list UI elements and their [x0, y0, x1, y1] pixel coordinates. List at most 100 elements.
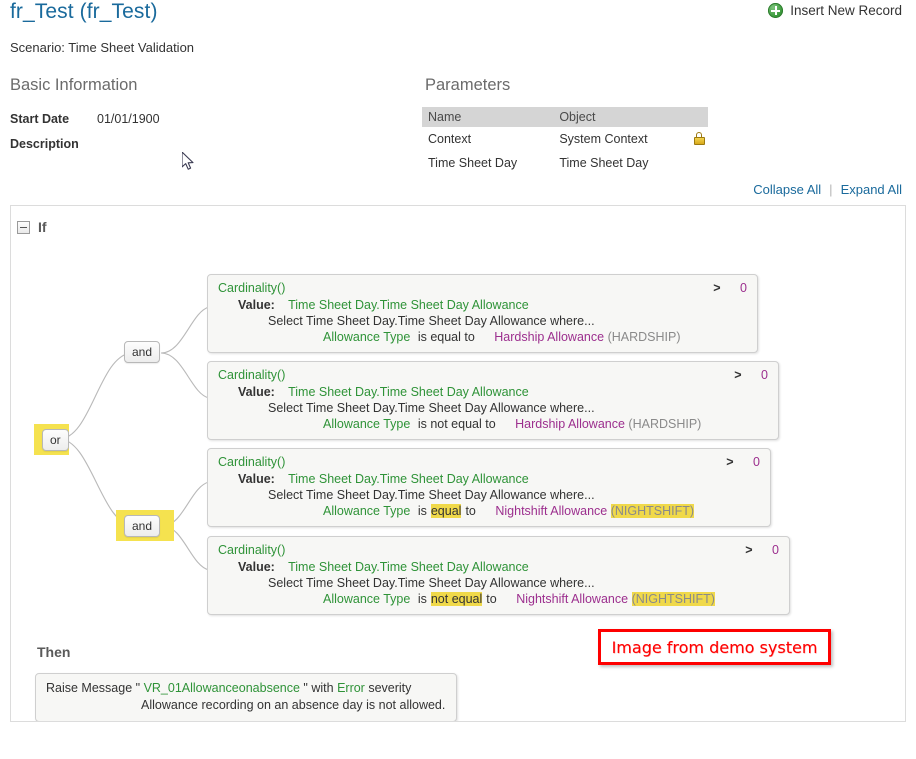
parameter-name: Time Sheet Day — [428, 156, 518, 170]
message-text: Allowance recording on an absence day is… — [141, 698, 446, 712]
operator-node-and-top[interactable]: and — [124, 341, 161, 363]
filter-attribute: Allowance Type — [323, 592, 411, 606]
lock-icon — [693, 132, 705, 145]
filter-rhs-code: (NIGHTSHIFT) — [610, 504, 695, 518]
rule-toolbar: Collapse All | Expand All — [753, 182, 902, 197]
condition-rhs-value: 0 — [761, 368, 768, 382]
demo-annotation-text: Image from demo system — [611, 637, 818, 657]
filter-attribute: Allowance Type — [323, 330, 411, 344]
collapse-all-link[interactable]: Collapse All — [753, 182, 821, 197]
filter-attribute: Allowance Type — [323, 417, 411, 431]
condition-box[interactable]: Cardinality() > 0 Value: Time Sheet Day.… — [207, 448, 771, 527]
condition-select-text: Select Time Sheet Day.Time Sheet Day All… — [268, 314, 595, 328]
collapse-toggle-icon[interactable] — [17, 220, 30, 234]
parameters-table: Name Object Context System Context Time … — [422, 107, 708, 175]
parameter-name: Context — [428, 132, 472, 146]
quote-open: " — [135, 681, 141, 695]
toolbar-divider: | — [829, 182, 833, 197]
rule-editor-page: fr_Test (fr_Test) Insert New Record Scen… — [0, 0, 916, 759]
start-date-label: Start Date — [10, 112, 70, 126]
condition-value-row: Value: Time Sheet Day.Time Sheet Day All… — [218, 298, 747, 312]
scenario-text: Scenario: Time Sheet Validation — [10, 40, 195, 55]
condition-operator: > — [734, 368, 742, 382]
then-label: Then — [37, 644, 71, 660]
filter-comparator-prefix: is — [417, 592, 427, 606]
condition-rhs-value: 0 — [740, 281, 747, 295]
filter-rhs-name: Nightshift Allowance — [495, 504, 608, 518]
condition-operator: > — [745, 543, 753, 557]
filter-rhs-code: (NIGHTSHIFT) — [631, 592, 715, 606]
severity-word: severity — [368, 681, 412, 695]
value-path: Time Sheet Day.Time Sheet Day Allowance — [288, 560, 529, 574]
parameter-lock-cell — [685, 151, 708, 175]
value-label: Value: — [238, 560, 275, 574]
parameters-heading: Parameters — [425, 76, 511, 94]
insert-new-record-label: Insert New Record — [790, 3, 902, 18]
value-label: Value: — [238, 298, 275, 312]
condition-select-text: Select Time Sheet Day.Time Sheet Day All… — [268, 488, 595, 502]
message-code: VR_01Allowanceonabsence — [143, 681, 300, 695]
column-header-object: Object — [553, 107, 685, 127]
if-label: If — [38, 219, 47, 235]
condition-filter-row: Allowance Type is not equal to Nightshift … — [218, 592, 779, 606]
if-section-header: If — [17, 219, 47, 235]
filter-comparator-highlight: not equal — [430, 592, 483, 606]
condition-value-row: Value: Time Sheet Day.Time Sheet Day All… — [218, 560, 779, 574]
filter-comparator-suffix: to — [465, 504, 476, 518]
condition-filter-row: Allowance Type is not equal to Hardship … — [218, 417, 768, 431]
condition-filter-row: Allowance Type is equal to Hardship Allo… — [218, 330, 747, 344]
condition-header: Cardinality() > 0 — [218, 543, 779, 557]
condition-header: Cardinality() > 0 — [218, 281, 747, 295]
filter-rhs-code: (HARDSHIP) — [628, 417, 702, 431]
filter-comparator-suffix: to — [486, 592, 497, 606]
basic-information-heading: Basic Information — [10, 76, 138, 94]
condition-value-row: Value: Time Sheet Day.Time Sheet Day All… — [218, 385, 768, 399]
operator-node-or[interactable]: or — [42, 429, 69, 451]
insert-new-record-button[interactable]: Insert New Record — [768, 3, 902, 18]
condition-filter-row: Allowance Type is equal to Nightshift Allo… — [218, 504, 760, 518]
action-verb: Raise Message — [46, 681, 133, 695]
condition-operator: > — [713, 281, 721, 295]
mouse-cursor-icon — [182, 152, 194, 170]
condition-box[interactable]: Cardinality() > 0 Value: Time Sheet Day.… — [207, 274, 758, 353]
start-date-value: 01/01/1900 — [97, 112, 160, 126]
table-row[interactable]: Context System Context — [422, 127, 708, 151]
description-label: Description — [10, 137, 79, 151]
filter-comparator-highlight: equal — [430, 504, 462, 518]
operator-node-and-bottom[interactable]: and — [124, 515, 161, 537]
action-line: Raise Message " VR_01Allowanceonabsence … — [46, 681, 446, 695]
parameter-object: System Context — [559, 132, 648, 146]
page-title: fr_Test (fr_Test) — [10, 0, 158, 23]
condition-box[interactable]: Cardinality() > 0 Value: Time Sheet Day.… — [207, 361, 779, 440]
filter-rhs-name: Nightshift Allowance — [516, 592, 629, 606]
value-path: Time Sheet Day.Time Sheet Day Allowance — [288, 385, 529, 399]
column-header-name: Name — [422, 107, 554, 127]
severity-value: Error — [337, 681, 365, 695]
parameter-object: Time Sheet Day — [559, 156, 649, 170]
condition-select-text: Select Time Sheet Day.Time Sheet Day All… — [268, 576, 595, 590]
filter-comparator: is equal to — [417, 330, 475, 344]
filter-rhs-name: Hardship Allowance — [515, 417, 625, 431]
filter-rhs-name: Hardship Allowance — [494, 330, 605, 344]
demo-system-annotation: Image from demo system — [598, 629, 831, 665]
condition-rhs-value: 0 — [772, 543, 779, 557]
filter-rhs-code: (HARDSHIP) — [607, 330, 681, 344]
quote-close: " — [303, 681, 308, 695]
value-label: Value: — [238, 472, 275, 486]
filter-comparator: is not equal to — [417, 417, 496, 431]
condition-function: Cardinality() — [218, 455, 286, 469]
value-path: Time Sheet Day.Time Sheet Day Allowance — [288, 298, 529, 312]
value-path: Time Sheet Day.Time Sheet Day Allowance — [288, 472, 529, 486]
filter-attribute: Allowance Type — [323, 504, 411, 518]
parameter-lock-cell — [685, 127, 708, 151]
condition-select-text: Select Time Sheet Day.Time Sheet Day All… — [268, 401, 595, 415]
condition-header: Cardinality() > 0 — [218, 455, 760, 469]
expand-all-link[interactable]: Expand All — [841, 182, 902, 197]
plus-circle-icon — [768, 3, 784, 18]
table-row[interactable]: Time Sheet Day Time Sheet Day — [422, 151, 708, 175]
action-box[interactable]: Raise Message " VR_01Allowanceonabsence … — [35, 673, 457, 721]
condition-function: Cardinality() — [218, 368, 286, 382]
column-header-lock — [684, 107, 708, 127]
condition-value-row: Value: Time Sheet Day.Time Sheet Day All… — [218, 472, 760, 486]
condition-box[interactable]: Cardinality() > 0 Value: Time Sheet Day.… — [207, 536, 790, 615]
